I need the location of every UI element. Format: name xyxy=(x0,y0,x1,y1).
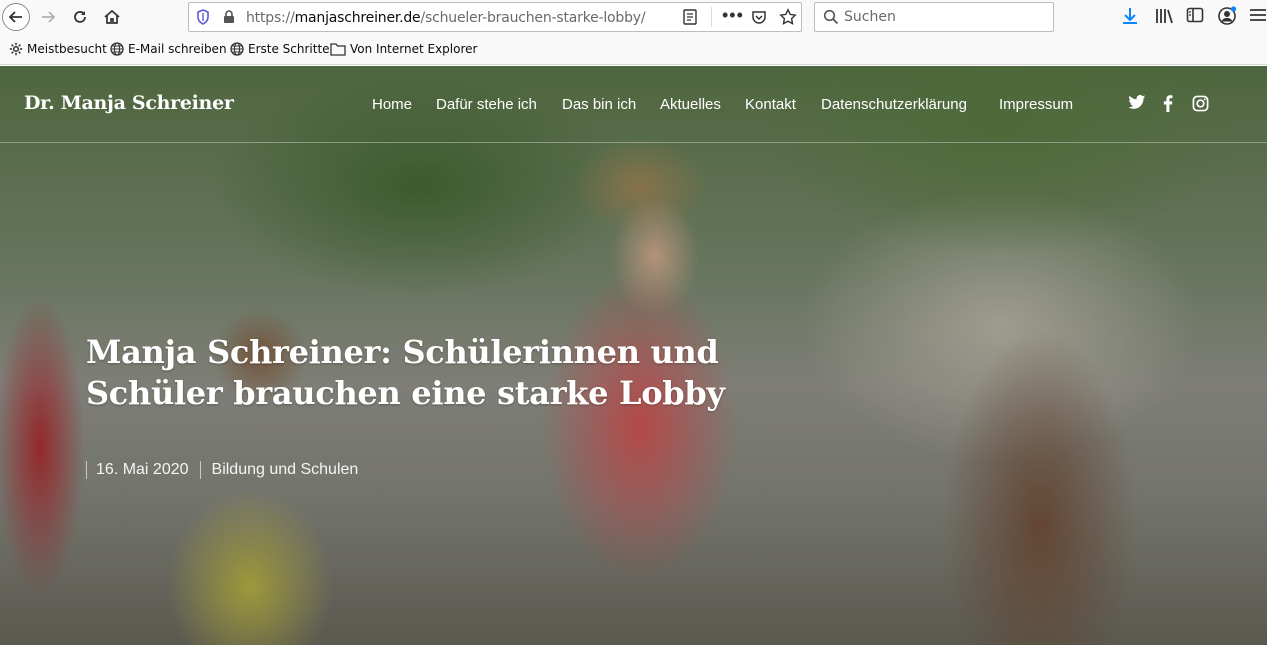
post-date: 16. Mai 2020 xyxy=(96,461,189,478)
hero-image: Dr. Manja Schreiner Home Dafür stehe ich… xyxy=(0,66,1267,645)
lock-icon[interactable] xyxy=(223,10,235,29)
search-input[interactable] xyxy=(844,8,1044,26)
header-divider xyxy=(0,142,1267,143)
url-separator xyxy=(711,7,712,27)
site-title[interactable]: Dr. Manja Schreiner xyxy=(24,92,234,114)
nav-datenschutzerklaerung[interactable]: Datenschutzerklärung xyxy=(821,96,967,113)
home-button[interactable] xyxy=(100,5,124,29)
post-category[interactable]: Bildung und Schulen xyxy=(212,461,359,479)
nav-dafuer-stehe-ich[interactable]: Dafür stehe ich xyxy=(436,96,537,113)
nav-kontakt[interactable]: Kontakt xyxy=(745,96,796,113)
bookmark-star-icon[interactable] xyxy=(779,8,797,31)
forward-button[interactable] xyxy=(36,5,60,29)
tracking-shield-icon[interactable] xyxy=(196,9,210,30)
reload-button[interactable] xyxy=(68,5,92,29)
bookmarks-toolbar: Meistbesucht E-Mail schreiben Erste Schr… xyxy=(0,35,1267,65)
nav-impressum[interactable]: Impressum xyxy=(999,96,1073,113)
account-icon[interactable] xyxy=(1217,6,1237,31)
post-title: Manja Schreiner: Schülerinnen und Schüle… xyxy=(86,333,725,412)
bookmark-label: Von Internet Explorer xyxy=(350,42,478,56)
nav-das-bin-ich[interactable]: Das bin ich xyxy=(562,96,636,113)
url-text[interactable]: https://manjaschreiner.de/schueler-brauc… xyxy=(246,10,646,26)
browser-toolbar: https://manjaschreiner.de/schueler-brauc… xyxy=(0,0,1267,35)
bookmark-meistbesucht[interactable]: Meistbesucht xyxy=(9,42,107,56)
sidebar-icon[interactable] xyxy=(1186,6,1204,29)
search-bar[interactable] xyxy=(814,2,1054,32)
download-icon[interactable] xyxy=(1121,6,1139,31)
twitter-icon[interactable] xyxy=(1128,95,1146,115)
menu-icon[interactable] xyxy=(1250,2,1266,31)
bookmark-erste-schritte[interactable]: Erste Schritte xyxy=(230,42,330,56)
bookmark-label: Meistbesucht xyxy=(27,42,107,56)
globe-icon xyxy=(230,42,244,56)
facebook-icon[interactable] xyxy=(1163,95,1173,117)
bookmark-folder-internet-explorer[interactable]: Von Internet Explorer xyxy=(330,42,477,56)
folder-icon xyxy=(330,43,346,56)
post-meta: 16. Mai 2020 Bildung und Schulen xyxy=(86,461,358,479)
gear-icon xyxy=(9,42,23,56)
instagram-icon[interactable] xyxy=(1192,95,1209,117)
bookmark-label: Erste Schritte xyxy=(248,42,330,56)
url-bar[interactable]: https://manjaschreiner.de/schueler-brauc… xyxy=(188,2,802,32)
reload-icon xyxy=(74,11,86,23)
home-icon xyxy=(104,9,120,24)
pocket-icon[interactable] xyxy=(751,9,767,30)
page-actions-button[interactable]: ••• xyxy=(722,5,744,26)
arrow-left-icon xyxy=(8,11,22,23)
nav-home[interactable]: Home xyxy=(372,96,412,113)
search-icon xyxy=(823,9,839,30)
bookmark-label: E-Mail schreiben xyxy=(128,42,227,56)
globe-icon xyxy=(110,42,124,56)
bookmark-email[interactable]: E-Mail schreiben xyxy=(110,42,227,56)
url-domain: manjaschreiner.de xyxy=(294,10,421,26)
back-button[interactable] xyxy=(2,3,30,31)
url-path: /schueler-brauchen-starke-lobby/ xyxy=(420,10,646,26)
nav-aktuelles[interactable]: Aktuelles xyxy=(660,96,721,113)
library-icon[interactable] xyxy=(1154,6,1174,31)
arrow-right-icon xyxy=(42,11,56,23)
meta-divider xyxy=(86,461,87,479)
reader-view-icon[interactable] xyxy=(683,9,697,30)
meta-divider xyxy=(199,461,201,479)
